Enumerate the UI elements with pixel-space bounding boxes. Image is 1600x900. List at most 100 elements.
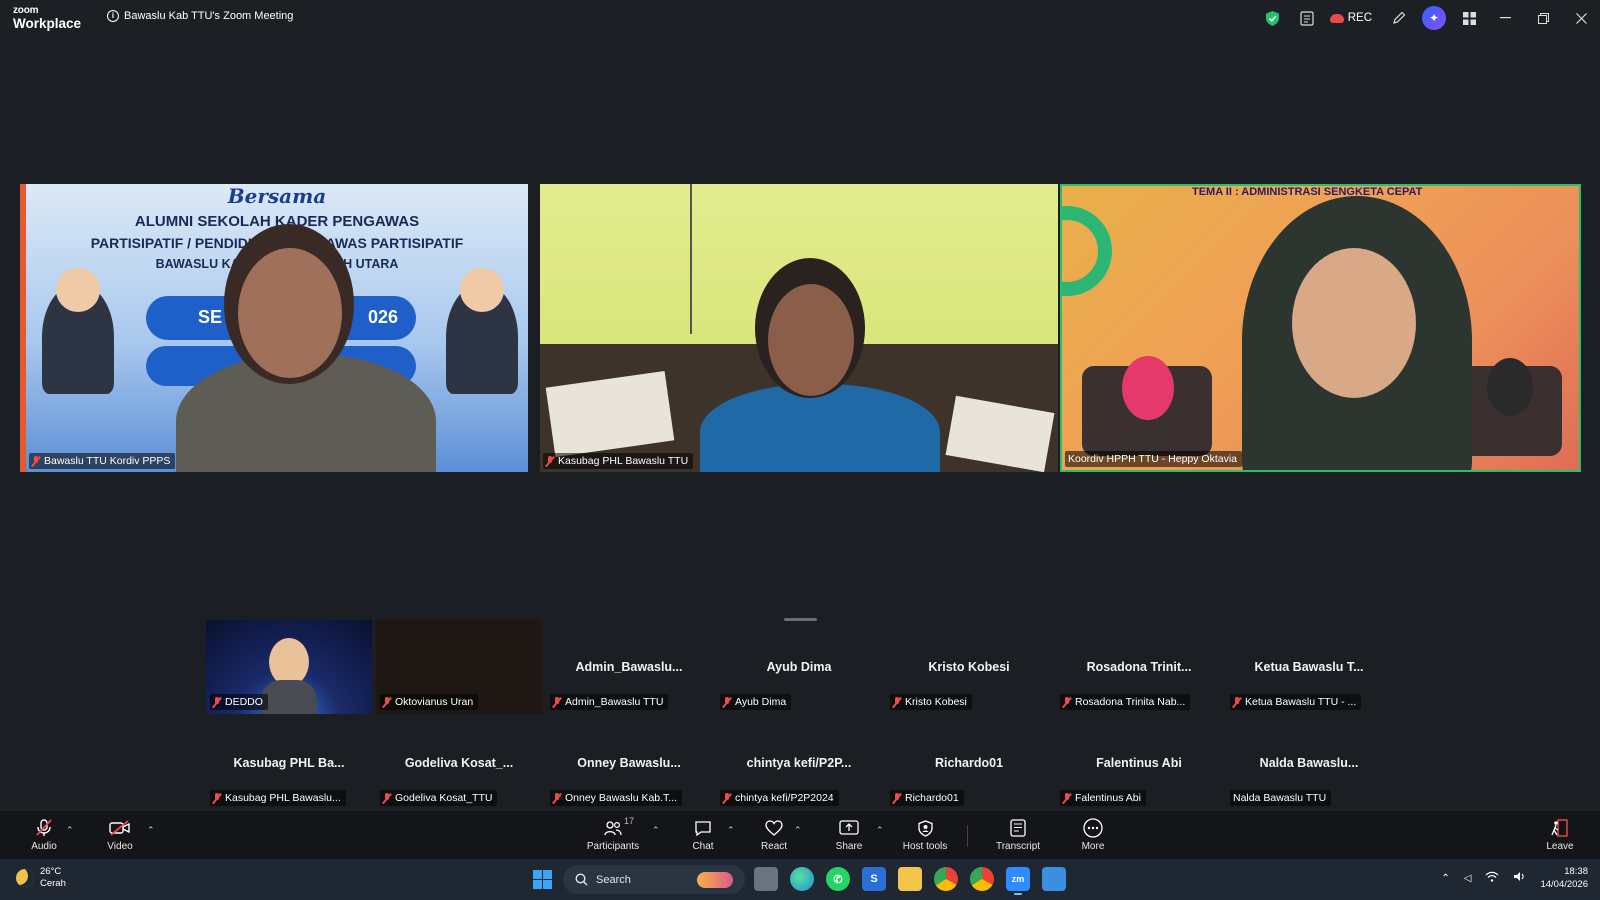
- minimize-icon[interactable]: [1486, 0, 1524, 36]
- mic-muted-icon: [723, 792, 731, 804]
- chat-options-caret-icon[interactable]: ⌃: [727, 825, 735, 836]
- transcript-button[interactable]: Transcript: [994, 811, 1042, 859]
- gallery-tile[interactable]: Falentinus Abi Falentinus Abi: [1056, 716, 1222, 810]
- active-app-indicator: [1014, 893, 1022, 895]
- more-label: More: [1081, 841, 1105, 852]
- tray-overflow-chevron-icon[interactable]: ⌃: [1441, 873, 1449, 884]
- ai-companion-icon[interactable]: ✦: [1422, 6, 1446, 30]
- meeting-info[interactable]: i Bawaslu Kab TTU's Zoom Meeting: [107, 10, 293, 22]
- gallery-tile[interactable]: Rosadona Trinit... Rosadona Trinita Nab.…: [1056, 620, 1222, 714]
- chrome-icon[interactable]: [934, 867, 958, 891]
- gallery-tile[interactable]: Admin_Bawaslu... Admin_Bawaslu TTU: [546, 620, 712, 714]
- gallery-display-name: Richardo01: [934, 756, 1004, 770]
- leave-button[interactable]: Leave: [1544, 811, 1576, 859]
- gallery-display-name: Ayub Dima: [766, 660, 832, 674]
- meeting-controls: Audio ⌃ Video ⌃ 17 Participants ⌃ Chat ⌃…: [0, 811, 1600, 859]
- gallery-nameplate: DEDDO: [210, 694, 268, 710]
- chrome-profile-icon[interactable]: [970, 867, 994, 891]
- gallery-display-name: Godeliva Kosat_...: [404, 756, 514, 770]
- gallery-tile[interactable]: chintya kefi/P2P... chintya kefi/P2P2024: [716, 716, 882, 810]
- photos-app-icon[interactable]: [1042, 867, 1066, 891]
- gallery-tile[interactable]: Richardo01 Richardo01: [886, 716, 1052, 810]
- participant-name: Koordiv HPPH TTU - Heppy Oktavia: [1068, 453, 1238, 465]
- info-icon[interactable]: i: [107, 10, 119, 22]
- annotate-pen-icon[interactable]: [1382, 0, 1416, 36]
- gallery-tile[interactable]: Nalda Bawaslu... Nalda Bawaslu TTU: [1226, 716, 1392, 810]
- react-options-caret-icon[interactable]: ⌃: [794, 825, 802, 836]
- more-button[interactable]: More: [1078, 811, 1108, 859]
- banner-heading: TEMA II : ADMINISTRASI SENGKETA CEPAT: [1192, 186, 1423, 198]
- gallery-label: Godeliva Kosat_TTU: [395, 792, 493, 804]
- mascot-right-head: [460, 268, 504, 312]
- inset-person-left: [1122, 356, 1174, 420]
- windows-start-icon[interactable]: [530, 867, 554, 891]
- file-explorer-icon[interactable]: [898, 867, 922, 891]
- mic-muted-icon: [553, 696, 561, 708]
- react-button[interactable]: React: [757, 811, 791, 859]
- chat-button[interactable]: Chat: [688, 811, 718, 859]
- participants-label: Participants: [586, 841, 640, 852]
- avatar: [269, 638, 309, 686]
- weather-condition: Cerah: [40, 878, 66, 889]
- close-icon[interactable]: [1562, 0, 1600, 36]
- gallery-tile[interactable]: Godeliva Kosat_... Godeliva Kosat_TTU: [376, 716, 542, 810]
- share-button[interactable]: Share: [832, 811, 866, 859]
- meeting-stage: Bersama ALUMNI SEKOLAH KADER PENGAWAS PA…: [0, 36, 1600, 811]
- taskbar-search[interactable]: Search: [563, 865, 745, 894]
- transcript-label: Transcript: [995, 841, 1041, 852]
- gallery-nameplate: Godeliva Kosat_TTU: [380, 790, 498, 806]
- gallery-display-name: Rosadona Trinit...: [1086, 660, 1192, 674]
- apps-grid-icon[interactable]: [1452, 0, 1486, 36]
- restore-icon[interactable]: [1524, 0, 1562, 36]
- whatsapp-icon[interactable]: ✆: [826, 867, 850, 891]
- participant-face: [768, 284, 854, 396]
- gallery-label: Kasubag PHL Bawaslu...: [225, 792, 341, 804]
- video-tile-kasubag-phl[interactable]: Kasubag PHL Bawaslu TTU: [540, 184, 1058, 472]
- system-tray: ⌃ ◁ 18:38 14/04/2026: [1441, 865, 1588, 891]
- host-tools-button[interactable]: Host tools: [898, 811, 952, 859]
- video-tile-kordiv-ppps[interactable]: Bersama ALUMNI SEKOLAH KADER PENGAWAS PA…: [20, 184, 528, 472]
- participants-button[interactable]: 17 Participants: [584, 811, 642, 859]
- gallery-tile[interactable]: Oktovianus Uran: [376, 620, 542, 714]
- host-tools-label: Host tools: [902, 841, 948, 852]
- audio-button[interactable]: Audio: [24, 811, 64, 859]
- gallery-tile[interactable]: Kasubag PHL Ba... Kasubag PHL Bawaslu...: [206, 716, 372, 810]
- notes-app-icon[interactable]: S: [862, 867, 886, 891]
- recording-indicator[interactable]: REC: [1329, 12, 1372, 24]
- edge-browser-icon[interactable]: [790, 867, 814, 891]
- logo-line1: zoom: [13, 5, 39, 16]
- mic-off-icon: [36, 818, 52, 838]
- more-ellipsis-icon: [1083, 818, 1103, 838]
- gallery-tile[interactable]: Ketua Bawaslu T... Ketua Bawaslu TTU - .…: [1226, 620, 1392, 714]
- participants-options-caret-icon[interactable]: ⌃: [652, 825, 660, 836]
- share-options-caret-icon[interactable]: ⌃: [876, 825, 884, 836]
- gallery-tile[interactable]: DEDDO: [206, 620, 372, 714]
- gallery-nameplate: Ayub Dima: [720, 694, 792, 710]
- inset-person-right: [1487, 358, 1533, 416]
- zoom-app-icon[interactable]: zm: [1006, 867, 1030, 895]
- video-button[interactable]: Video: [100, 811, 140, 859]
- os-taskbar: 26°C Cerah Search ✆ S zm ⌃ ◁ 18:38 14/04…: [0, 859, 1600, 900]
- mic-muted-icon: [383, 696, 391, 708]
- gallery-label: chintya kefi/P2P2024: [735, 792, 834, 804]
- banner-circle: [1062, 206, 1112, 296]
- gallery-tile[interactable]: Ayub Dima Ayub Dima: [716, 620, 882, 714]
- notes-icon[interactable]: [1290, 0, 1324, 36]
- task-view-icon[interactable]: [754, 867, 778, 891]
- participant-name: Bawaslu TTU Kordiv PPPS: [44, 455, 171, 467]
- audio-options-caret-icon[interactable]: ⌃: [66, 825, 74, 836]
- participant-body: [700, 384, 940, 472]
- gallery-tile[interactable]: Kristo Kobesi Kristo Kobesi: [886, 620, 1052, 714]
- moon-icon: [16, 869, 34, 887]
- gallery-nameplate: Oktovianus Uran: [380, 694, 479, 710]
- speaker-volume-icon[interactable]: [1513, 871, 1526, 885]
- wifi-icon[interactable]: [1485, 871, 1499, 885]
- video-tile-koordiv-hpph[interactable]: TEMA II : ADMINISTRASI SENGKETA CEPAT AN…: [1060, 184, 1581, 472]
- network-location-icon[interactable]: ◁: [1464, 873, 1472, 884]
- search-highlight-icon: [697, 871, 733, 888]
- gallery-tile[interactable]: Onney Bawaslu... Onney Bawaslu Kab.T...: [546, 716, 712, 810]
- video-options-caret-icon[interactable]: ⌃: [147, 825, 155, 836]
- system-clock[interactable]: 18:38 14/04/2026: [1540, 865, 1588, 891]
- weather-widget[interactable]: 26°C Cerah: [16, 866, 66, 890]
- encryption-shield-icon[interactable]: [1256, 0, 1290, 36]
